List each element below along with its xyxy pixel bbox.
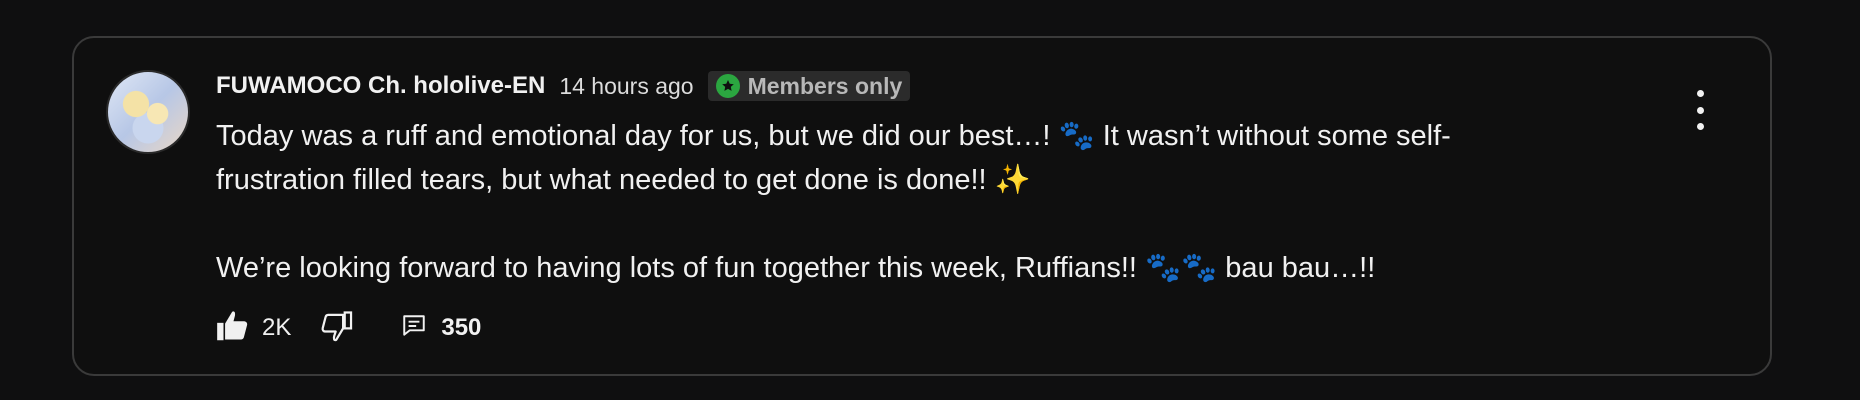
dislike-button[interactable] <box>317 307 355 350</box>
comment-actions: 2K 350 <box>214 308 481 348</box>
comment-content: FUWAMOCO Ch. hololive-EN 14 hours ago Me… <box>216 68 1646 290</box>
author-name[interactable]: FUWAMOCO Ch. hololive-EN <box>216 72 545 100</box>
thumbs-up-icon <box>214 307 252 350</box>
thumbs-down-icon <box>317 307 355 350</box>
like-count: 2K <box>262 314 292 341</box>
star-icon <box>715 74 740 98</box>
comment-icon <box>401 313 427 344</box>
like-button[interactable]: 2K <box>214 307 291 350</box>
members-only-badge: Members only <box>707 71 911 101</box>
comment-header: FUWAMOCO Ch. hololive-EN 14 hours ago Me… <box>216 68 1646 104</box>
more-vert-icon <box>1696 90 1704 97</box>
reply-count: 350 <box>441 314 482 341</box>
badge-label: Members only <box>747 72 903 99</box>
replies-button[interactable]: 350 <box>401 313 481 344</box>
more-options-button[interactable] <box>1690 90 1710 130</box>
timestamp[interactable]: 14 hours ago <box>559 73 693 100</box>
comment-text: Today was a ruff and emotional day for u… <box>216 120 1451 284</box>
avatar[interactable] <box>106 70 190 154</box>
comment-card: FUWAMOCO Ch. hololive-EN 14 hours ago Me… <box>72 36 1772 376</box>
